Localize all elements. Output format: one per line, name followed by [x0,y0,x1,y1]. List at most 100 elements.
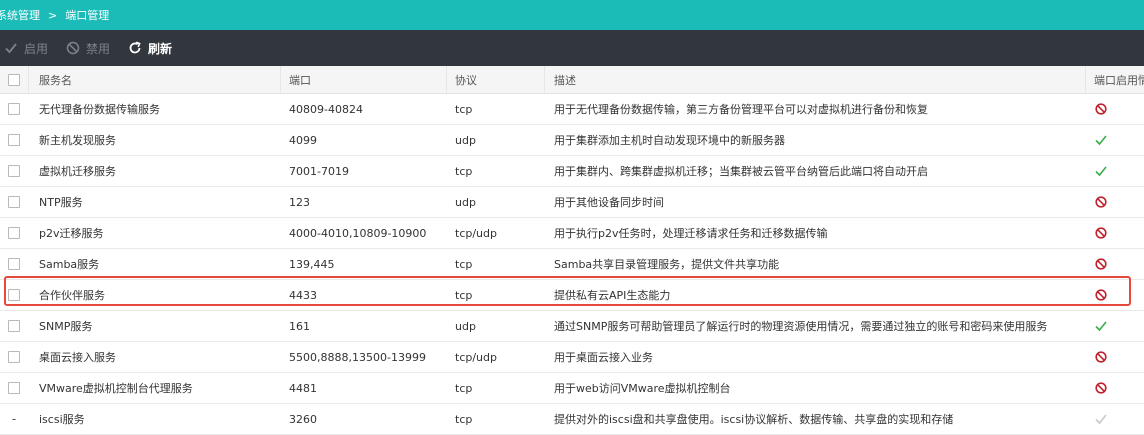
row-checkbox[interactable] [8,289,20,301]
service-port: 7001-7019 [289,164,349,178]
service-description: 用于集群内、跨集群虚拟机迁移；当集群被云管平台纳管后此端口将自动开启 [554,165,928,178]
service-name: iscsi服务 [39,413,85,426]
row-check-cell: - [0,404,28,434]
service-description: 用于集群添加主机时自动发现环境中的新服务器 [554,134,785,147]
row-checkbox[interactable] [8,227,20,239]
service-name: SNMP服务 [39,320,93,333]
port-table: 服务名 端口 协议 描述 端口启用情 无代理备份数据传输服务 40809-4082… [0,66,1144,435]
row-check-cell [0,249,28,279]
service-port: 161 [289,319,310,333]
ban-icon [1094,381,1108,395]
service-description: 通过SNMP服务可帮助管理员了解运行时的物理资源使用情况，需要通过独立的账号和密… [554,320,1048,333]
service-description: Samba共享目录管理服务，提供文件共享功能 [554,258,780,271]
column-header-protocol[interactable]: 协议 [446,66,544,93]
service-port: 4000-4010,10809-10900 [289,226,427,240]
table-row[interactable]: 虚拟机迁移服务 7001-7019 tcp 用于集群内、跨集群虚拟机迁移；当集群被云管… [0,156,1144,187]
refresh-button[interactable]: 刷新 [128,40,172,57]
row-check-cell [0,342,28,372]
service-port: 139,445 [289,257,335,271]
table-row[interactable]: p2v迁移服务 4000-4010,10809-10900 tcp/udp 用于执行p… [0,218,1144,249]
column-header-description[interactable]: 描述 [544,66,1085,93]
row-check-cell [0,311,28,341]
service-name: 新主机发现服务 [39,134,116,147]
service-name: p2v迁移服务 [39,227,104,240]
port-status-cell [1085,156,1144,186]
service-description: 用于执行p2v任务时，处理迁移请求任务和迁移数据传输 [554,227,828,240]
ban-icon [1094,257,1108,271]
port-status-cell [1085,249,1144,279]
enable-button[interactable]: 启用 [4,40,48,57]
row-checkbox[interactable] [8,258,20,270]
service-name: VMware虚拟机控制台代理服务 [39,382,193,395]
service-description: 用于无代理备份数据传输，第三方备份管理平台可以对虚拟机进行备份和恢复 [554,103,928,116]
table-header: 服务名 端口 协议 描述 端口启用情 [0,66,1144,94]
port-status-cell [1085,404,1144,434]
service-description: 用于web访问VMware虚拟机控制台 [554,382,731,395]
service-protocol: tcp [455,164,473,178]
ban-icon [1094,288,1108,302]
row-checkbox[interactable] [8,165,20,177]
service-protocol: udp [455,133,476,147]
service-name: NTP服务 [39,196,83,209]
table-row[interactable]: 新主机发现服务 4099 udp 用于集群添加主机时自动发现环境中的新服务器 [0,125,1144,156]
service-description: 用于桌面云接入业务 [554,351,653,364]
table-row[interactable]: 合作伙伴服务 4433 tcp 提供私有云API生态能力 [0,280,1144,311]
service-name: 桌面云接入服务 [39,351,116,364]
row-check-cell [0,280,28,310]
ban-icon [1094,102,1108,116]
service-port: 4481 [289,381,317,395]
service-port: 3260 [289,412,317,426]
row-checkbox[interactable] [8,103,20,115]
ban-icon [1094,350,1108,364]
service-port: 123 [289,195,310,209]
port-status-cell [1085,125,1144,155]
ban-icon [1094,226,1108,240]
disable-button[interactable]: 禁用 [66,40,110,57]
port-status-cell [1085,342,1144,372]
table-row[interactable]: NTP服务 123 udp 用于其他设备同步时间 [0,187,1144,218]
column-header-status[interactable]: 端口启用情 [1085,66,1144,93]
port-status-cell [1085,94,1144,124]
service-protocol: tcp/udp [455,350,497,364]
check-icon [1094,319,1108,333]
table-row[interactable]: Samba服务 139,445 tcp Samba共享目录管理服务，提供文件共享功能 [0,249,1144,280]
check-icon [4,41,20,55]
row-checkbox-placeholder: - [11,412,17,426]
row-checkbox[interactable] [8,196,20,208]
select-all-cell [0,66,28,93]
table-row[interactable]: - iscsi服务 3260 tcp 提供对外的iscsi盘和共享盘使用。iscsi协议… [0,404,1144,435]
row-checkbox[interactable] [8,351,20,363]
breadcrumb-parent[interactable]: 系统管理 [0,7,40,23]
service-protocol: tcp/udp [455,226,497,240]
service-name: Samba服务 [39,258,100,271]
row-check-cell [0,125,28,155]
toolbar: 启用 禁用 刷新 [0,30,1144,66]
disable-label: 禁用 [86,41,111,56]
row-checkbox[interactable] [8,134,20,146]
check-icon [1094,164,1108,178]
row-check-cell [0,187,28,217]
row-check-cell [0,156,28,186]
service-port: 4433 [289,288,317,302]
port-status-cell [1085,187,1144,217]
column-header-name[interactable]: 服务名 [28,66,280,93]
column-header-port[interactable]: 端口 [280,66,446,93]
port-status-cell [1085,218,1144,248]
service-port: 4099 [289,133,317,147]
row-checkbox[interactable] [8,320,20,332]
row-checkbox[interactable] [8,382,20,394]
table-row[interactable]: VMware虚拟机控制台代理服务 4481 tcp 用于web访问VMware虚拟机控… [0,373,1144,404]
service-name: 虚拟机迁移服务 [39,165,116,178]
service-protocol: tcp [455,102,473,116]
select-all-checkbox[interactable] [8,73,20,86]
service-protocol: tcp [455,257,473,271]
enable-label: 启用 [24,41,49,56]
service-protocol: tcp [455,381,473,395]
table-row[interactable]: 无代理备份数据传输服务 40809-40824 tcp 用于无代理备份数据传输，第三方… [0,94,1144,125]
row-check-cell [0,218,28,248]
table-row[interactable]: 桌面云接入服务 5500,8888,13500-13999 tcp/udp 用于桌面云… [0,342,1144,373]
table-row[interactable]: SNMP服务 161 udp 通过SNMP服务可帮助管理员了解运行时的物理资源使用情况… [0,311,1144,342]
service-description: 用于其他设备同步时间 [554,196,664,209]
service-protocol: udp [455,319,476,333]
service-protocol: tcp [455,412,473,426]
